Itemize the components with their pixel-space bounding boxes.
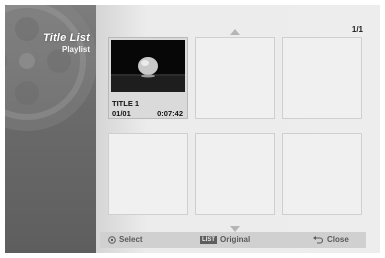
list-key-badge: LIST — [200, 235, 217, 244]
empty-thumbnail-slot — [195, 133, 275, 215]
title-thumbnail-1[interactable]: TITLE 1 01/01 0:07:42 — [108, 37, 188, 119]
close-hint[interactable]: Close — [313, 235, 349, 244]
page-indicator: 1/1 — [351, 25, 363, 34]
empty-thumbnail-slot — [282, 133, 362, 215]
thumbnail-image — [111, 40, 185, 92]
enter-button-icon — [108, 235, 116, 244]
title-name: TITLE 1 — [112, 99, 140, 108]
sidebar: Title List Playlist — [5, 5, 96, 253]
original-hint[interactable]: LIST Original — [200, 235, 250, 244]
menu-subtitle-playlist[interactable]: Playlist — [62, 45, 90, 54]
scroll-up-arrow-icon[interactable] — [230, 29, 240, 35]
content-area: 1/1 TITLE 1 01/01 0:07:42 Select LIST Or… — [96, 5, 380, 253]
return-arrow-icon — [313, 235, 324, 244]
menu-title: Title List — [42, 32, 90, 44]
select-hint[interactable]: Select — [108, 235, 143, 244]
close-label: Close — [327, 235, 349, 244]
title-length: 0:07:42 — [157, 109, 183, 118]
original-label: Original — [220, 235, 251, 244]
empty-thumbnail-slot — [282, 37, 362, 119]
title-list-screen: Title List Playlist 1/1 TITLE 1 01/01 0:… — [5, 5, 380, 253]
empty-thumbnail-slot — [108, 133, 188, 215]
empty-thumbnail-slot — [195, 37, 275, 119]
select-label: Select — [119, 235, 143, 244]
footer-help-bar: Select LIST Original Close — [100, 232, 366, 248]
film-reel-graphic — [5, 5, 96, 131]
title-index: 01/01 — [112, 109, 131, 118]
